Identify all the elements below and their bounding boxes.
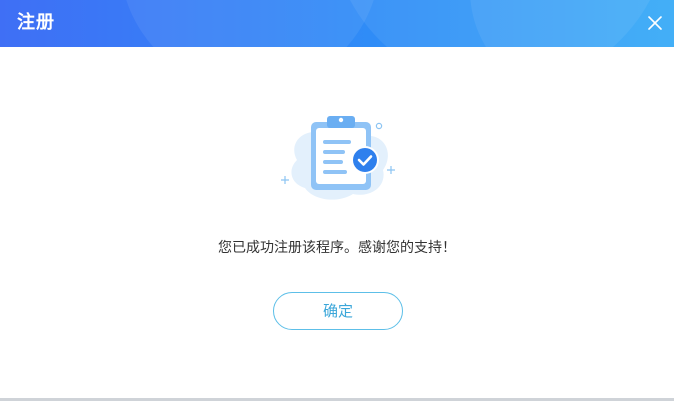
close-icon — [648, 16, 662, 30]
dialog-title: 注册 — [17, 12, 55, 33]
success-illustration — [275, 112, 399, 204]
confirm-button[interactable]: 确定 — [273, 292, 403, 330]
success-message: 您已成功注册该程序。感谢您的支持！ — [218, 240, 456, 256]
close-button[interactable] — [644, 12, 666, 34]
dialog-title-bar: 注册 — [0, 0, 674, 47]
clipboard-check-icon — [281, 116, 395, 200]
registration-dialog: 注册 您已成功注册该程序。感谢您的支持！ 确定 — [0, 0, 674, 401]
title-bar-decoration — [120, 0, 380, 47]
